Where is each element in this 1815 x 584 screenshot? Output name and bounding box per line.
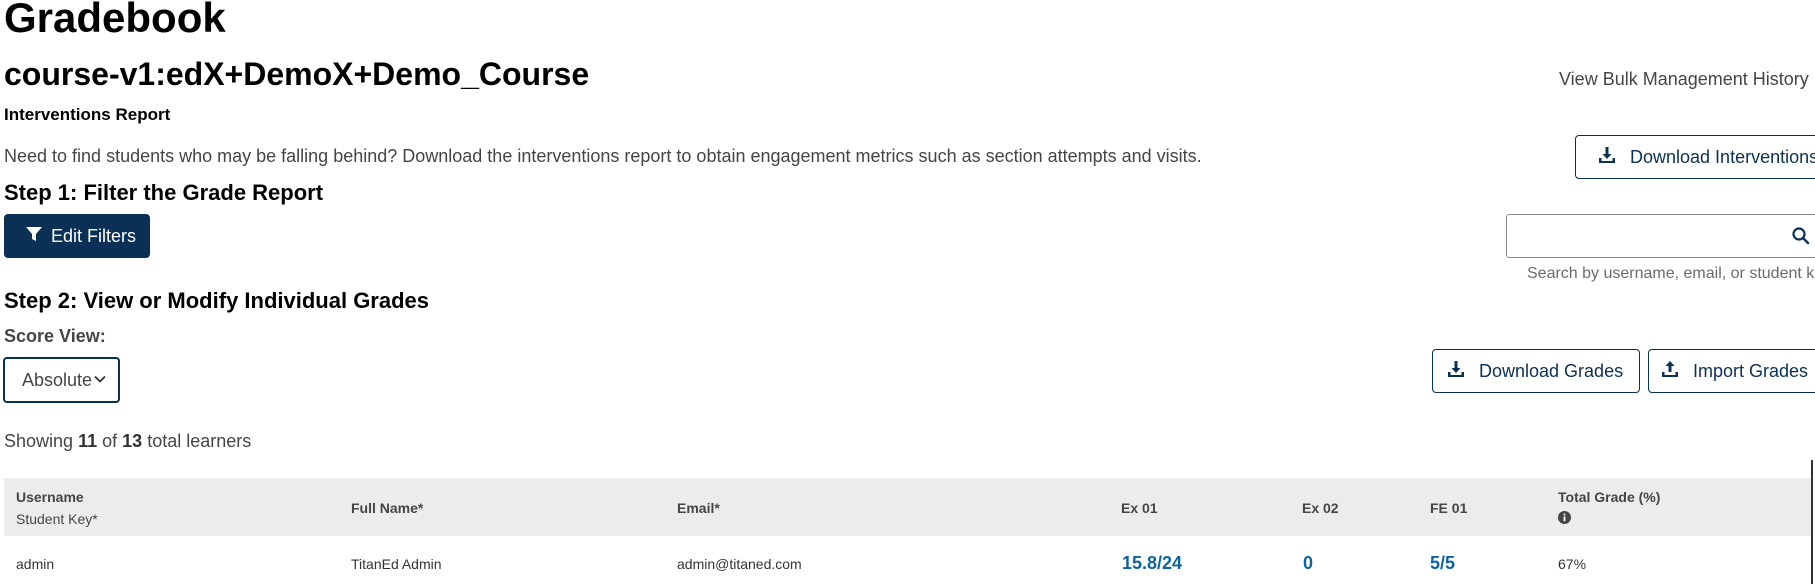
download-interventions-label: Download Interventions [1630,146,1815,167]
edit-filters-label: Edit Filters [51,225,137,246]
download-interventions-button[interactable]: Download Interventions [1575,135,1815,179]
column-student-key-label: Student Key* [16,511,98,527]
learner-count-shown: 11 [78,431,98,451]
interventions-description: Need to find students who may be falling… [4,146,1202,166]
score-view-label: Score View: [4,326,106,346]
edit-filters-button[interactable]: Edit Filters [4,214,150,258]
column-header-ex01: Ex 01 [1121,500,1158,516]
learner-count-suffix: total learners [147,431,252,451]
download-icon [1447,360,1479,383]
cell-full-name: TitanEd Admin [351,556,442,572]
search-input[interactable] [1515,215,1799,257]
column-header-full-name: Full Name* [351,500,424,516]
cell-ex02-grade[interactable]: 0 [1303,553,1313,574]
import-grades-button[interactable]: Import Grades [1648,349,1815,393]
column-header-total-grade: Total Grade (%) [1558,489,1660,527]
search-field[interactable] [1506,214,1815,258]
filter-icon [25,225,51,248]
column-username-label: Username [16,489,84,505]
column-header-username: Username Student Key* [16,489,98,527]
search-icon[interactable] [1791,226,1811,251]
step1-heading: Step 1: Filter the Grade Report [4,180,324,205]
course-id-heading: course-v1:edX+DemoX+Demo_Course [4,56,590,92]
cell-ex01-grade[interactable]: 15.8/24 [1122,553,1182,574]
learner-count-prefix: Showing [4,431,74,451]
score-view-select[interactable]: Absolute [3,357,120,403]
search-help-text: Search by username, email, or student ke… [1527,265,1815,282]
learner-count-total: 13 [122,431,143,451]
learner-count: Showing 11 of 13 total learners [4,431,251,452]
interventions-title: Interventions Report [4,105,171,124]
grades-table-header [4,478,1812,536]
download-grades-button[interactable]: Download Grades [1432,349,1640,393]
vertical-scrollbar[interactable] [1811,460,1813,584]
download-grades-label: Download Grades [1479,360,1624,381]
cell-total-grade: 67% [1558,556,1587,572]
column-header-ex02: Ex 02 [1302,500,1339,516]
cell-fe01-grade[interactable]: 5/5 [1430,553,1455,574]
score-view-selected: Absolute [22,369,93,390]
page-title: Gradebook [4,0,226,41]
import-grades-label: Import Grades [1693,360,1809,381]
upload-icon [1661,360,1693,383]
download-icon [1598,146,1630,169]
column-total-grade-label: Total Grade (%) [1558,489,1661,505]
cell-email: admin@titaned.com [677,556,802,572]
column-header-email: Email* [677,500,720,516]
learner-count-of: of [102,431,118,451]
info-icon[interactable] [1558,511,1660,527]
cell-username: admin [16,556,55,572]
chevron-down-icon [92,370,107,391]
bulk-management-history-link[interactable]: View Bulk Management History [1559,69,1809,90]
column-header-fe01: FE 01 [1430,500,1468,516]
step2-heading: Step 2: View or Modify Individual Grades [4,288,430,313]
